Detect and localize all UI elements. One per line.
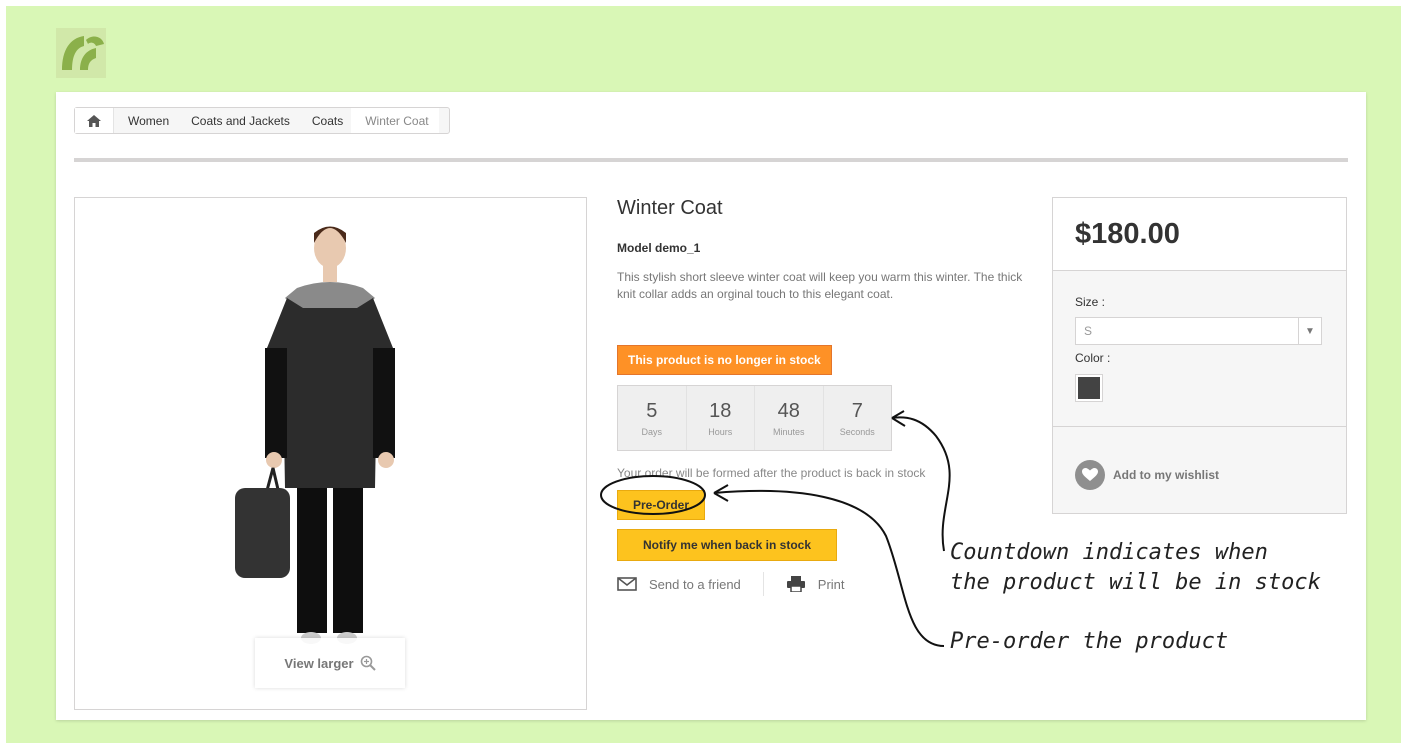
page-background: Women Coats and Jackets Coats Winter Coa…: [6, 6, 1401, 743]
annotation-countdown: Countdown indicates when the product wil…: [950, 538, 1321, 598]
annotation-preorder: Pre-order the product: [950, 629, 1229, 654]
annotation-countdown-line-2: the product will be in stock: [950, 570, 1321, 595]
annotation-countdown-line-1: Countdown indicates when: [950, 540, 1268, 565]
